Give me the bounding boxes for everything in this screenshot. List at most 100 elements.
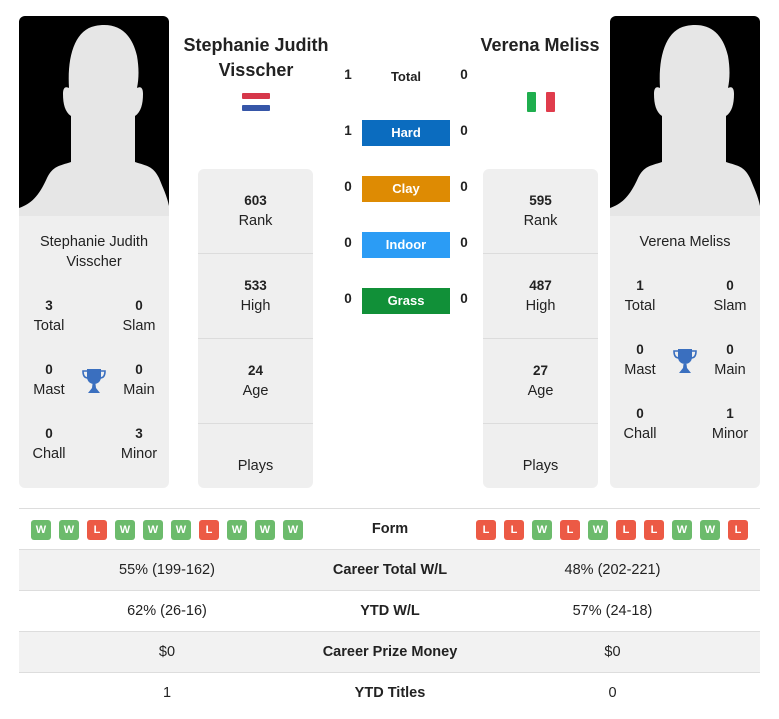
stat-value: 0 — [45, 426, 53, 441]
ytd-wl-row: 62% (26-16) YTD W/L 57% (24-18) — [19, 590, 760, 631]
stat-label: Slam — [122, 318, 156, 334]
plays-label: Plays — [237, 458, 274, 474]
h2h-total-p1: 1 — [344, 67, 352, 82]
player2-career-wl: 48% (202-221) — [564, 562, 661, 578]
stat-value: 0 — [135, 362, 143, 377]
player2-titles-minor: 1 Minor — [700, 404, 760, 444]
form-loss-badge[interactable]: L — [616, 520, 636, 540]
stat-value: 1 — [636, 278, 644, 293]
age-value: 24 — [247, 363, 264, 378]
player1-ytd-wl: 62% (26-16) — [127, 603, 207, 619]
stat-label: Minor — [711, 426, 749, 442]
stat-value: 1 — [726, 406, 734, 421]
form-loss-badge[interactable]: L — [728, 520, 748, 540]
ytd-titles-label: YTD Titles — [354, 685, 426, 701]
form-label: Form — [371, 521, 409, 537]
trophy-icon — [82, 369, 106, 393]
player2-card-name[interactable]: Verena Meliss — [610, 232, 760, 252]
surface-clay-badge[interactable]: Clay — [362, 176, 450, 202]
stat-label: Total — [33, 318, 65, 334]
high-label: High — [240, 298, 271, 314]
ytd-wl-label: YTD W/L — [360, 603, 420, 619]
stat-value: 0 — [636, 342, 644, 357]
h2h-grass-p2: 0 — [460, 291, 468, 306]
comparison-table: WWLWWWLWWW Form LLWLWLLWWL 55% (199-162)… — [19, 508, 760, 713]
player2-plays: Plays — [483, 424, 598, 488]
player2-form: LLWLWLLWWL — [476, 520, 748, 540]
player2-rank-panel: 595 Rank 487 High 27 Age Plays — [483, 169, 598, 488]
stat-value: 0 — [636, 406, 644, 421]
form-win-badge[interactable]: W — [588, 520, 608, 540]
form-row: WWLWWWLWWW Form LLWLWLLWWL — [19, 508, 760, 549]
form-win-badge[interactable]: W — [31, 520, 51, 540]
form-loss-badge[interactable]: L — [87, 520, 107, 540]
player1-titles-minor: 3 Minor — [109, 424, 169, 464]
stat-value: 0 — [45, 362, 53, 377]
form-win-badge[interactable]: W — [283, 520, 303, 540]
age-label: Age — [527, 383, 554, 399]
age-label: Age — [242, 383, 269, 399]
player1-photo — [19, 16, 169, 216]
trophy-icon — [673, 349, 697, 373]
form-loss-badge[interactable]: L — [504, 520, 524, 540]
stat-label: Main — [714, 362, 746, 378]
surface-grass-badge[interactable]: Grass — [362, 288, 450, 314]
h2h-total-p2: 0 — [460, 67, 468, 82]
player1-plays: Plays — [198, 424, 313, 488]
player1-career-wl: 55% (199-162) — [119, 562, 215, 578]
h2h-grass-p1: 0 — [344, 291, 352, 306]
high-label: High — [525, 298, 556, 314]
form-loss-badge[interactable]: L — [199, 520, 219, 540]
form-win-badge[interactable]: W — [59, 520, 79, 540]
surface-hard-badge[interactable]: Hard — [362, 120, 450, 146]
form-win-badge[interactable]: W — [143, 520, 163, 540]
h2h-clay-p1: 0 — [344, 179, 352, 194]
form-win-badge[interactable]: W — [115, 520, 135, 540]
stat-value: 3 — [45, 298, 53, 313]
player2-titles-slam: 0 Slam — [700, 276, 760, 316]
rank-label: Rank — [238, 213, 273, 229]
h2h-clay-p2: 0 — [460, 179, 468, 194]
player2-titles-mast: 0 Mast — [610, 340, 670, 380]
form-win-badge[interactable]: W — [700, 520, 720, 540]
form-loss-badge[interactable]: L — [560, 520, 580, 540]
h2h-hard-p1: 1 — [344, 123, 352, 138]
form-win-badge[interactable]: W — [672, 520, 692, 540]
stat-value: 3 — [135, 426, 143, 441]
player1-titles-main: 0 Main — [109, 360, 169, 400]
form-loss-badge[interactable]: L — [476, 520, 496, 540]
player-silhouette-icon — [19, 25, 169, 216]
player1-name-heading[interactable]: Stephanie Judith Visscher — [171, 33, 341, 83]
player1-titles-slam: 0 Slam — [109, 296, 169, 336]
rank-value: 595 — [529, 193, 552, 208]
player2-rank: 595 Rank — [483, 169, 598, 254]
form-win-badge[interactable]: W — [255, 520, 275, 540]
career-wl-row: 55% (199-162) Career Total W/L 48% (202-… — [19, 549, 760, 590]
player2-titles-chall: 0 Chall — [610, 404, 670, 444]
form-win-badge[interactable]: W — [227, 520, 247, 540]
h2h-hard-p2: 0 — [460, 123, 468, 138]
player2-ytd-titles: 0 — [608, 685, 617, 701]
player1-titles-chall: 0 Chall — [19, 424, 79, 464]
stat-label: Mast — [624, 362, 656, 378]
h2h-indoor-p2: 0 — [460, 235, 468, 250]
stat-label: Minor — [120, 446, 158, 462]
player1-rank-panel: 603 Rank 533 High 24 Age Plays — [198, 169, 313, 488]
stat-label: Total — [624, 298, 656, 314]
player2-ytd-wl: 57% (24-18) — [572, 603, 653, 619]
player2-age: 27 Age — [483, 339, 598, 424]
player2-titles-main: 0 Main — [700, 340, 760, 380]
player2-titles-total: 1 Total — [610, 276, 670, 316]
stat-value: 0 — [135, 298, 143, 313]
form-loss-badge[interactable]: L — [644, 520, 664, 540]
form-win-badge[interactable]: W — [532, 520, 552, 540]
player1-age: 24 Age — [198, 339, 313, 424]
player1-rank: 603 Rank — [198, 169, 313, 254]
h2h-indoor-p1: 0 — [344, 235, 352, 250]
player1-form: WWLWWWLWWW — [31, 520, 303, 540]
stat-label: Chall — [623, 426, 657, 442]
surface-indoor-badge[interactable]: Indoor — [362, 232, 450, 258]
player2-name-heading[interactable]: Verena Meliss — [455, 33, 625, 58]
player1-card-name[interactable]: Stephanie Judith Visscher — [19, 232, 169, 272]
form-win-badge[interactable]: W — [171, 520, 191, 540]
